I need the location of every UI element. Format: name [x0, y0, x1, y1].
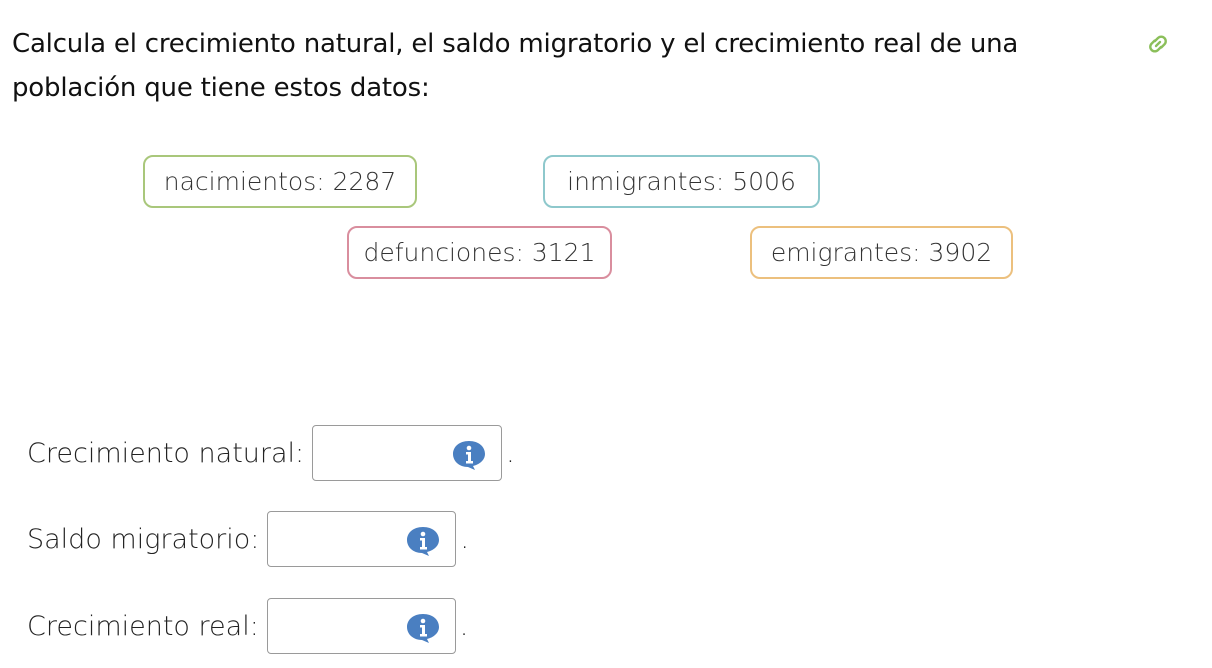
info-icon[interactable] — [451, 439, 487, 471]
migration-balance-row: Saldo migratorio: . — [27, 511, 469, 567]
link-icon[interactable] — [1144, 30, 1172, 58]
real-growth-row: Crecimiento real: . — [27, 598, 468, 654]
question-line-2: población que tiene estos datos: — [12, 73, 430, 103]
real-growth-field[interactable] — [266, 598, 456, 654]
migration-balance-field[interactable] — [267, 511, 457, 567]
immigrants-tag: inmigrantes: 5006 — [543, 155, 820, 208]
natural-growth-input[interactable] — [319, 432, 444, 476]
real-growth-suffix: . — [459, 610, 469, 642]
real-growth-input[interactable] — [273, 605, 398, 649]
natural-growth-suffix: . — [506, 437, 515, 469]
deaths-tag: defunciones: 3121 — [347, 226, 612, 279]
info-icon[interactable] — [405, 525, 441, 557]
question-text: Calcula el crecimiento natural, el saldo… — [12, 22, 1142, 110]
migration-balance-label: Saldo migratorio: — [27, 523, 260, 555]
emigrants-tag: emigrantes: 3902 — [750, 226, 1013, 279]
migration-balance-suffix: . — [460, 523, 469, 555]
births-tag: nacimientos: 2287 — [143, 155, 417, 208]
question-line-1: Calcula el crecimiento natural, el saldo… — [12, 29, 1019, 59]
info-icon[interactable] — [405, 612, 441, 644]
migration-balance-input[interactable] — [274, 518, 399, 562]
natural-growth-label: Crecimiento natural: — [27, 437, 305, 469]
natural-growth-field[interactable] — [312, 425, 503, 481]
natural-growth-row: Crecimiento natural: . — [27, 425, 515, 481]
real-growth-label: Crecimiento real: — [27, 610, 259, 642]
